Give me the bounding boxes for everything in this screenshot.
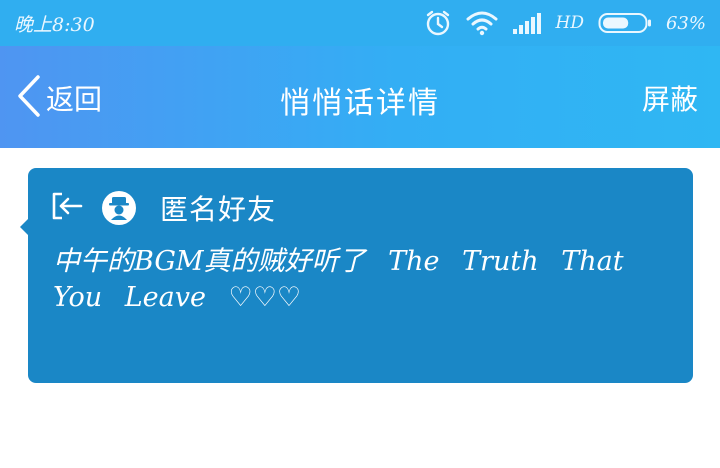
anonymous-avatar-icon [109, 197, 129, 220]
sender-name: 匿名好友 [160, 193, 277, 226]
network-label: HD [555, 13, 584, 33]
status-bar: 晚上8:30 HD 63% [0, 0, 720, 46]
card-header: 匿名好友 [50, 190, 276, 226]
wifi-icon [466, 10, 498, 36]
battery-icon [598, 12, 652, 34]
nav-bar: 返回 悄悄话详情 屏蔽 [0, 46, 720, 148]
page-title: 悄悄话详情 [280, 86, 440, 121]
exit-icon[interactable] [50, 190, 84, 226]
status-time: 晚上8:30 [14, 14, 95, 36]
battery-percent: 63% [665, 12, 706, 34]
avatar[interactable] [102, 191, 136, 225]
block-button[interactable]: 屏蔽 [642, 78, 698, 118]
status-icons: HD 63% [424, 8, 706, 38]
message-text: 中午的BGM真的贼好听了 The Truth That You Leave ♡♡… [53, 246, 624, 313]
whisper-card: 匿名好友 中午的BGM真的贼好听了 The Truth That You Lea… [28, 168, 693, 383]
alarm-icon [424, 9, 452, 37]
signal-icon [512, 11, 542, 35]
